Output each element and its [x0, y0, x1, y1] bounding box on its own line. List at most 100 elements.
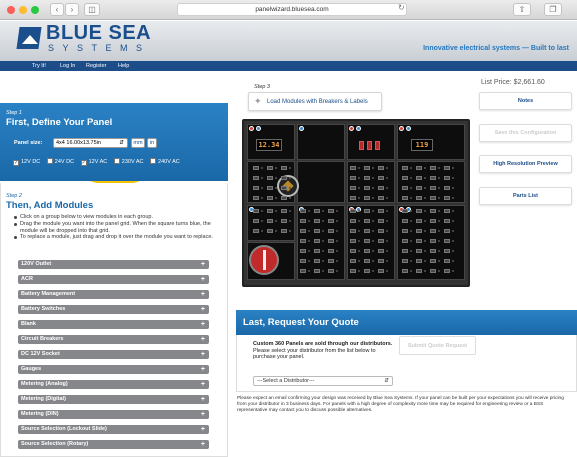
forward-icon[interactable]: › [65, 3, 79, 16]
voltage-12vdc-checkbox[interactable]: ✓ [13, 160, 19, 166]
breaker-switch [444, 269, 450, 273]
distributor-select[interactable]: ---Select a Distributor--- ⇵ [253, 376, 393, 386]
tabs-icon[interactable]: ❐ [544, 3, 562, 16]
unit-mm-button[interactable]: mm [131, 138, 145, 148]
breaker-switch [402, 229, 408, 233]
voltage-24vdc-checkbox[interactable] [46, 158, 53, 164]
group-source-selection-rotary[interactable]: Source Selection (Rotary) + [18, 440, 209, 449]
sidebar-toggle-icon[interactable]: ◫ [84, 3, 100, 16]
panel-module-blank[interactable] [297, 124, 345, 160]
indicator-led [438, 197, 440, 199]
breaker-switch [430, 269, 436, 273]
reload-icon[interactable]: ↻ [398, 3, 405, 12]
breaker-switch [364, 219, 370, 223]
indicator-led [410, 250, 412, 252]
group-battery-switches[interactable]: Battery Switches + [18, 305, 209, 314]
group-metering-digital[interactable]: Metering (Digital) + [18, 395, 209, 404]
indicator-led [386, 187, 388, 189]
breaker-switch [281, 166, 287, 170]
group-dc-12v-socket[interactable]: DC 12V Socket + [18, 350, 209, 359]
indicator-led [438, 187, 440, 189]
indicator-led [358, 260, 360, 262]
info-icon[interactable] [356, 126, 361, 131]
group-source-selection-lockout[interactable]: Source Selection (Lockout Slide) + [18, 425, 209, 434]
breaker-switch [364, 166, 370, 170]
breaker-switch [350, 166, 356, 170]
save-configuration-button[interactable]: Save this Configuration [479, 124, 572, 142]
group-metering-din[interactable]: Metering (DIN) + [18, 410, 209, 419]
indicator-led [358, 250, 360, 252]
indicator-led [424, 270, 426, 272]
group-battery-management[interactable]: Battery Management + [18, 290, 209, 299]
voltage-230vac-checkbox[interactable] [113, 158, 120, 164]
group-gauges[interactable]: Gauges + [18, 365, 209, 374]
panel-size-select[interactable]: 4x4 16.00x13.75in ⇵ [53, 138, 128, 148]
indicator-led [386, 250, 388, 252]
breaker-switch [402, 186, 408, 190]
plus-icon: + [200, 366, 205, 373]
breaker-switch [350, 249, 356, 253]
load-modules-button[interactable]: Load Modules with Breakers & Labels [248, 92, 382, 111]
unit-in-button[interactable]: in [147, 138, 157, 148]
step1-title: First, Define Your Panel [6, 117, 113, 128]
info-icon[interactable] [256, 126, 261, 131]
nav-register[interactable]: Register [86, 62, 106, 70]
breaker-switch [267, 186, 273, 190]
share-icon[interactable]: ⇧ [513, 3, 531, 16]
submit-quote-button[interactable]: Submit Quote Request [399, 336, 476, 355]
info-icon[interactable] [406, 126, 411, 131]
plus-icon: + [200, 306, 205, 313]
parts-list-button[interactable]: Parts List [479, 187, 572, 205]
breaker-switch [253, 229, 259, 233]
group-120v-outlet[interactable]: 120V Outlet + [18, 260, 209, 269]
indicator-led [452, 197, 454, 199]
plus-icon: + [200, 261, 205, 268]
minimize-window-button[interactable] [19, 6, 27, 14]
indicator-led [289, 210, 291, 212]
instruction-item: To replace a module, just drag and drop … [14, 234, 220, 241]
remove-icon[interactable] [349, 126, 354, 131]
breaker-switch [430, 219, 436, 223]
breaker-switch [444, 166, 450, 170]
logo-text[interactable]: BLUE SEA [46, 23, 151, 43]
panel-module-gauge[interactable] [297, 161, 345, 203]
indicator-led [322, 230, 324, 232]
nav-log-in[interactable]: Log In [60, 62, 75, 70]
nav-help[interactable]: Help [118, 62, 129, 70]
indicator-led [308, 260, 310, 262]
group-circuit-breakers[interactable]: Circuit Breakers + [18, 335, 209, 344]
breaker-switch [267, 229, 273, 233]
notes-button[interactable]: Notes [479, 92, 572, 110]
indicator-led [424, 230, 426, 232]
close-window-button[interactable] [7, 6, 15, 14]
remove-icon[interactable] [249, 126, 254, 131]
remove-icon[interactable] [399, 126, 404, 131]
indicator-led [289, 197, 291, 199]
breaker-switch [364, 259, 370, 263]
indicator-led [438, 220, 440, 222]
nav-try-it[interactable]: Try It! [32, 62, 46, 70]
info-icon[interactable] [299, 126, 304, 131]
indicator-led [410, 197, 412, 199]
zoom-window-button[interactable] [31, 6, 39, 14]
plus-icon: + [200, 441, 205, 448]
breaker-switch [430, 249, 436, 253]
group-blank[interactable]: Blank + [18, 320, 209, 329]
group-acr[interactable]: ACR + [18, 275, 209, 284]
back-icon[interactable]: ‹ [50, 3, 64, 16]
breaker-switch [402, 196, 408, 200]
voltage-240vac-checkbox[interactable] [150, 158, 157, 164]
address-bar[interactable]: panelwizard.bluesea.com [177, 3, 407, 16]
indicator-led [386, 167, 388, 169]
group-metering-analog[interactable]: Metering (Analog) + [18, 380, 209, 389]
high-resolution-preview-button[interactable]: High Resolution Preview [479, 155, 572, 173]
indicator-led [410, 230, 412, 232]
breaker-switch [350, 259, 356, 263]
red-breaker-icon [367, 141, 372, 150]
quote-title: Last, Request Your Quote [236, 310, 577, 335]
group-label: Metering (Digital) [21, 396, 66, 402]
indicator-led [452, 177, 454, 179]
breaker-switch [402, 166, 408, 170]
voltage-12vac-checkbox[interactable]: ✓ [80, 160, 87, 166]
indicator-led [424, 220, 426, 222]
